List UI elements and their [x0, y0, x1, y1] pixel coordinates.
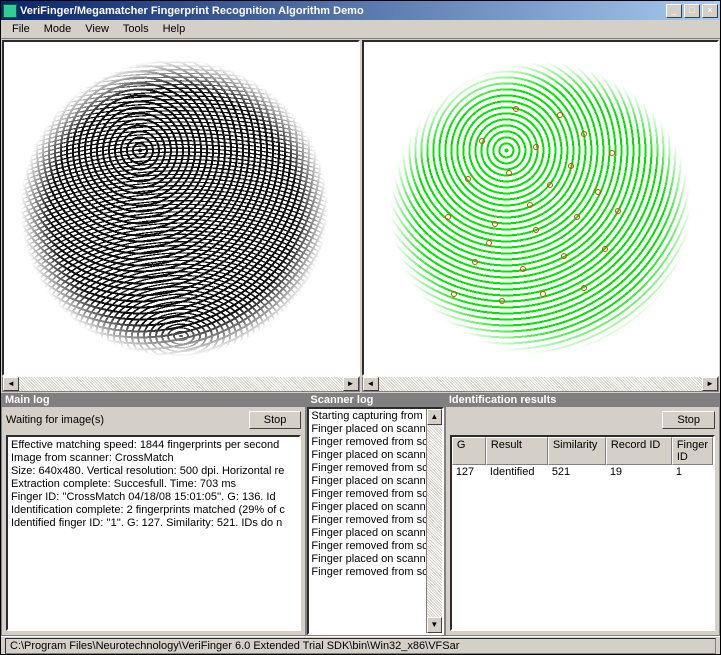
results-row[interactable]: 127 Identified 521 19 1 — [452, 465, 713, 479]
fingerprint-raw-image — [10, 48, 352, 368]
main-log-status: Waiting for image(s) — [6, 414, 241, 426]
menu-mode[interactable]: Mode — [37, 21, 79, 37]
main-log-text[interactable]: Effective matching speed: 1844 fingerpri… — [6, 435, 301, 631]
scroll-up-icon[interactable]: ▲ — [427, 409, 442, 425]
app-icon — [3, 4, 17, 18]
col-result[interactable]: Result — [486, 437, 548, 465]
scroll-track[interactable] — [19, 377, 343, 391]
col-g[interactable]: G — [452, 437, 486, 465]
menu-tools[interactable]: Tools — [116, 21, 156, 37]
scrollbar-horizontal-right[interactable]: ◄ ► — [362, 376, 720, 392]
scroll-left-icon[interactable]: ◄ — [363, 377, 379, 391]
title-bar: VeriFinger/Megamatcher Fingerprint Recog… — [1, 1, 720, 20]
fingerprint-raw-viewer — [2, 40, 360, 376]
col-finger-id[interactable]: Finger ID — [672, 437, 713, 465]
scroll-left-icon[interactable]: ◄ — [3, 377, 19, 391]
main-log-stop-button[interactable]: Stop — [249, 411, 302, 429]
results-stop-button[interactable]: Stop — [662, 411, 715, 429]
scanner-log-scrollbar[interactable]: ▲ ▼ — [426, 409, 442, 633]
scanner-log-title: Scanner log — [306, 393, 444, 407]
results-header-row: G Result Similarity Record ID Finger ID — [452, 437, 713, 465]
scroll-right-icon[interactable]: ► — [343, 377, 359, 391]
status-bar: C:\Program Files\Neurotechnology\VeriFin… — [1, 636, 720, 655]
scroll-track[interactable] — [379, 377, 703, 391]
status-path: C:\Program Files\Neurotechnology\VeriFin… — [5, 638, 716, 654]
menu-help[interactable]: Help — [156, 21, 193, 37]
col-similarity[interactable]: Similarity — [548, 437, 606, 465]
menu-file[interactable]: File — [5, 21, 37, 37]
maximize-button[interactable]: □ — [684, 4, 700, 18]
main-log-title: Main log — [1, 393, 306, 407]
close-button[interactable]: × — [702, 4, 718, 18]
results-grid[interactable]: G Result Similarity Record ID Finger ID … — [450, 435, 715, 631]
scroll-down-icon[interactable]: ▼ — [427, 617, 442, 633]
window-title: VeriFinger/Megamatcher Fingerprint Recog… — [20, 5, 666, 17]
scroll-right-icon[interactable]: ► — [702, 377, 718, 391]
results-title: Identification results — [445, 393, 720, 407]
scanner-log-list[interactable]: Starting capturing from sc Finger placed… — [307, 407, 443, 635]
minimize-button[interactable]: _ — [666, 4, 682, 18]
col-record-id[interactable]: Record ID — [606, 437, 672, 465]
scrollbar-horizontal-left[interactable]: ◄ ► — [2, 376, 360, 392]
menu-bar: File Mode View Tools Help — [1, 20, 720, 39]
menu-view[interactable]: View — [78, 21, 116, 37]
fingerprint-processed-viewer — [362, 40, 720, 376]
minutiae-overlay — [370, 48, 712, 368]
